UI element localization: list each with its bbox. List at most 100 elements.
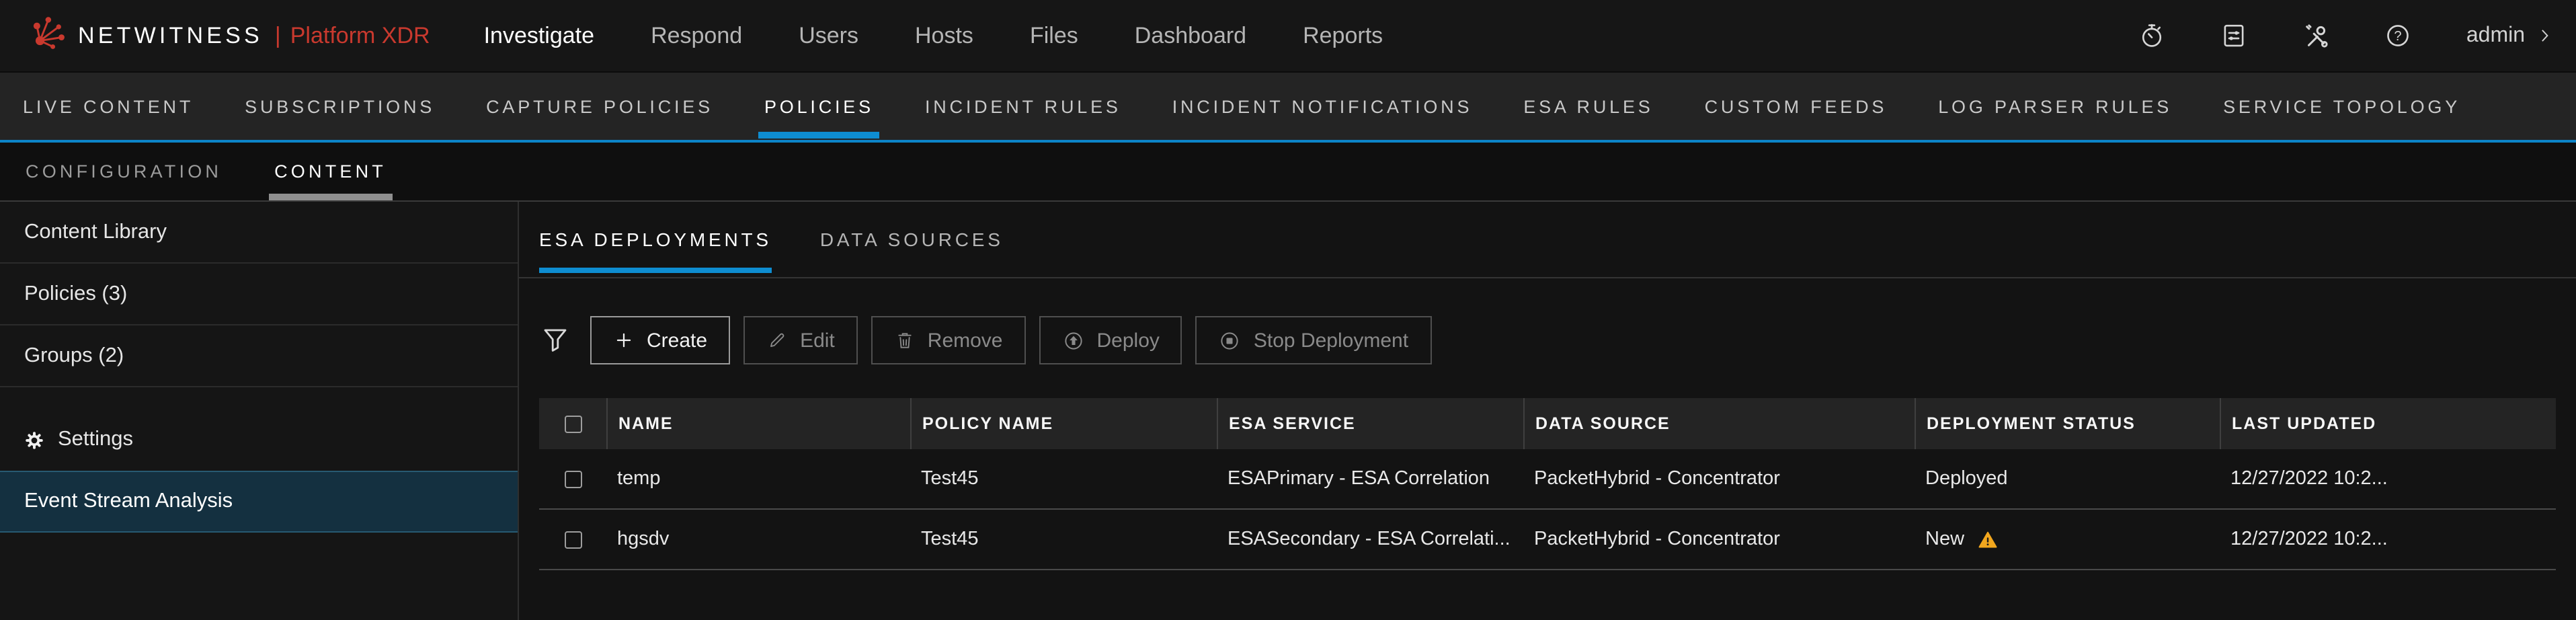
user-name: admin [2466,24,2525,48]
nav2-capture-policies[interactable]: CAPTURE POLICIES [486,73,713,140]
cell-data-source: PacketHybrid - Concentrator [1523,449,1915,508]
column-header-policy-name[interactable]: POLICY NAME [910,398,1217,449]
tab-esa-deployments[interactable]: ESA DEPLOYMENTS [539,202,772,277]
cell-policy-name: Test45 [910,449,1217,508]
primary-nav: Investigate Respond Users Hosts Files Da… [484,22,1383,49]
table-body: temp Test45 ESAPrimary - ESA Correlation… [539,449,2556,570]
sidebar-item-event-stream-analysis[interactable]: Event Stream Analysis [0,471,518,533]
nav3-content[interactable]: CONTENT [274,143,387,200]
section-nav: CONFIGURATION CONTENT [0,143,2576,202]
nav-files[interactable]: Files [1030,22,1078,49]
create-button[interactable]: Create [590,316,730,364]
cell-last-updated: 12/27/2022 10:2... [2220,510,2556,569]
user-menu[interactable]: admin [2466,24,2554,48]
nav2-log-parser-rules[interactable]: LOG PARSER RULES [1938,73,2172,140]
toolbar: Create Edit Remove [519,278,2576,364]
chevron-right-icon [2534,26,2554,46]
warning-icon [1978,529,1998,549]
filter-icon[interactable] [539,324,571,356]
sidebar-item-label: Content Library [24,220,167,244]
sidebar-settings-header[interactable]: Settings [0,409,518,471]
column-header-data-source[interactable]: DATA SOURCE [1523,398,1915,449]
gear-icon [24,430,44,450]
status-text: Deployed [1925,468,2008,490]
tab-data-sources[interactable]: DATA SOURCES [820,202,1004,277]
status-text: New [1925,529,1964,550]
nav2-live-content[interactable]: LIVE CONTENT [23,73,194,140]
nav-respond[interactable]: Respond [651,22,742,49]
sidebar-item-groups[interactable]: Groups (2) [0,325,518,387]
nav-reports[interactable]: Reports [1303,22,1383,49]
row-checkbox[interactable] [564,531,581,548]
nav2-subscriptions[interactable]: SUBSCRIPTIONS [245,73,435,140]
cell-last-updated: 12/27/2022 10:2... [2220,449,2556,508]
main-panel: ESA DEPLOYMENTS DATA SOURCES Create [519,202,2576,620]
nav2-policies[interactable]: POLICIES [764,73,874,140]
cell-data-source: PacketHybrid - Concentrator [1523,510,1915,569]
nav-hosts[interactable]: Hosts [915,22,973,49]
sidebar-section-gap [0,387,518,409]
brand-name: NETWITNESS [78,22,263,49]
stop-deployment-button[interactable]: Stop Deployment [1196,316,1431,364]
table-header: NAME POLICY NAME ESA SERVICE DATA SOURCE… [539,398,2556,449]
nav2-incident-rules[interactable]: INCIDENT RULES [925,73,1121,140]
create-button-label: Create [647,329,707,352]
job-queue-icon[interactable] [2220,22,2249,50]
column-header-name[interactable]: NAME [606,398,910,449]
nav3-configuration[interactable]: CONFIGURATION [26,143,222,200]
remove-button[interactable]: Remove [871,316,1026,364]
cell-esa-service: ESASecondary - ESA Correlati... [1217,510,1523,569]
column-header-last-updated[interactable]: LAST UPDATED [2220,398,2556,449]
cell-esa-service: ESAPrimary - ESA Correlation [1217,449,1523,508]
row-select-cell [539,449,606,508]
admin-tools-icon[interactable] [2302,22,2331,50]
nav2-service-topology[interactable]: SERVICE TOPOLOGY [2223,73,2460,140]
app: NETWITNESS | Platform XDR Investigate Re… [0,0,2576,620]
table-row[interactable]: hgsdv Test45 ESASecondary - ESA Correlat… [539,510,2556,570]
row-select-cell [539,510,606,569]
sidebar: Content Library Policies (3) Groups (2) [0,202,519,620]
plus-icon [613,330,635,351]
nav-investigate[interactable]: Investigate [484,22,594,49]
sidebar-item-policies[interactable]: Policies (3) [0,264,518,325]
nav2-incident-notifications[interactable]: INCIDENT NOTIFICATIONS [1172,73,1473,140]
stop-deployment-button-label: Stop Deployment [1254,329,1408,352]
cell-deployment-status: Deployed [1915,449,2220,508]
trash-icon [894,330,916,351]
nav2-esa-rules[interactable]: ESA RULES [1523,73,1653,140]
cell-policy-name: Test45 [910,510,1217,569]
cell-name: temp [606,449,910,508]
column-header-deployment-status[interactable]: DEPLOYMENT STATUS [1915,398,2220,449]
nav-dashboard[interactable]: Dashboard [1135,22,1246,49]
deploy-button-label: Deploy [1097,329,1160,352]
nav2-custom-feeds[interactable]: CUSTOM FEEDS [1705,73,1888,140]
deployments-table: NAME POLICY NAME ESA SERVICE DATA SOURCE… [539,398,2556,570]
netwitness-logo-icon [31,14,67,57]
brand-divider: | [275,22,281,49]
remove-button-label: Remove [928,329,1003,352]
deploy-button[interactable]: Deploy [1039,316,1182,364]
top-bar: NETWITNESS | Platform XDR Investigate Re… [0,0,2576,73]
sidebar-item-label: Policies (3) [24,282,127,306]
pencil-icon [766,330,788,351]
column-header-esa-service[interactable]: ESA SERVICE [1217,398,1523,449]
table-row[interactable]: temp Test45 ESAPrimary - ESA Correlation… [539,449,2556,510]
edit-button-label: Edit [800,329,835,352]
deploy-icon [1062,329,1085,352]
sidebar-settings-label: Settings [58,428,133,452]
edit-button[interactable]: Edit [743,316,858,364]
select-all-cell [539,398,606,449]
sidebar-item-content-library[interactable]: Content Library [0,202,518,264]
select-all-checkbox[interactable] [564,415,581,432]
main-tabs: ESA DEPLOYMENTS DATA SOURCES [519,202,2576,278]
content-area: Content Library Policies (3) Groups (2) [0,202,2576,620]
timer-icon[interactable] [2138,22,2167,50]
sidebar-item-label: Groups (2) [24,344,124,368]
help-icon[interactable]: ? [2384,22,2413,50]
top-bar-right: ? admin [2138,22,2576,50]
sidebar-item-label: Event Stream Analysis [24,490,233,514]
cell-name: hgsdv [606,510,910,569]
svg-text:?: ? [2394,29,2402,44]
nav-users[interactable]: Users [799,22,858,49]
row-checkbox[interactable] [564,470,581,488]
